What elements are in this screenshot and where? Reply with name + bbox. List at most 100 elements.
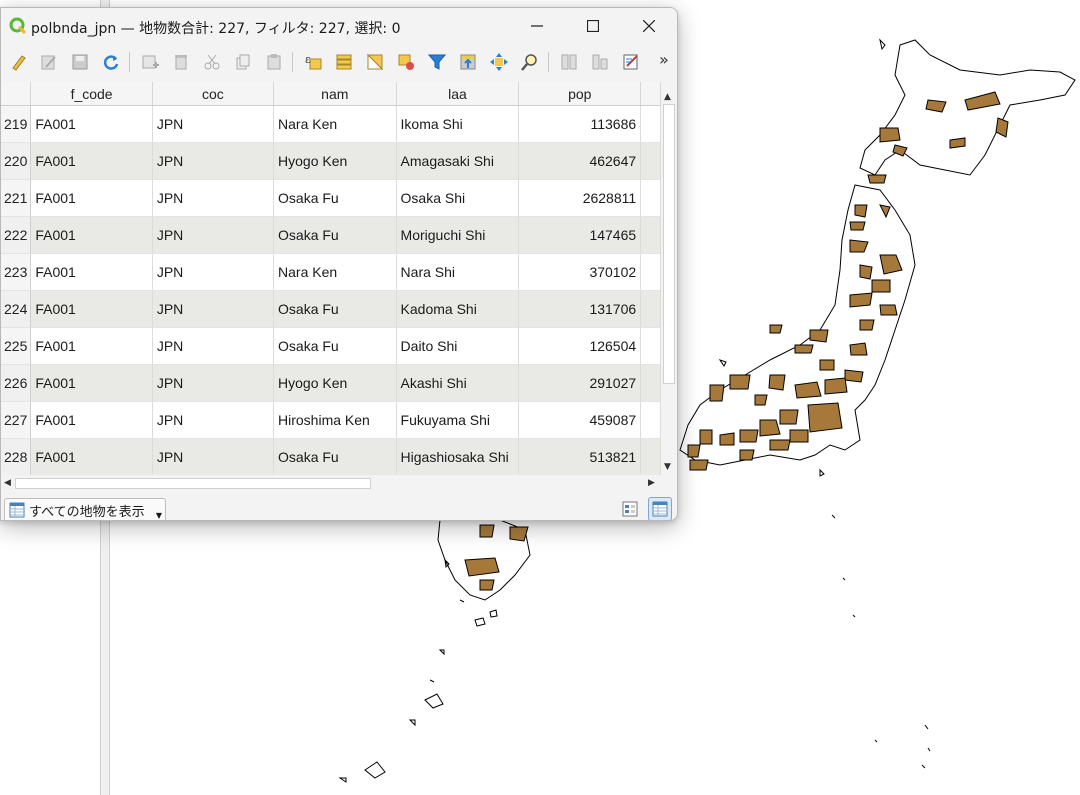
column-header-f_code[interactable]: f_code (30, 82, 153, 106)
cell-nam[interactable]: Osaka Fu (273, 438, 397, 475)
scroll-down-icon[interactable]: ▼ (664, 462, 671, 472)
cell-laa[interactable]: Kadoma Shi (396, 290, 520, 328)
cut-icon[interactable] (199, 49, 225, 75)
cell-pop[interactable]: 291027 (518, 364, 642, 402)
table-row[interactable]: 220 FA001 JPN Hyogo Ken Amagasaki Shi 462647 (1, 142, 661, 180)
cell-laa[interactable]: Fukuyama Shi (396, 401, 520, 439)
cell-f_code[interactable]: FA001 (30, 438, 153, 475)
column-header-coc[interactable]: coc (152, 82, 275, 106)
cell-pop[interactable]: 462647 (518, 142, 642, 180)
vertical-scrollbar[interactable]: ▲ ▼ (661, 90, 677, 474)
table-row[interactable]: 228 FA001 JPN Osaka Fu Higashiosaka Shi 51382… (1, 438, 661, 475)
cell-f_code[interactable]: FA001 (30, 401, 153, 439)
table-row[interactable]: 224 FA001 JPN Osaka Fu Kadoma Shi 131706 (1, 290, 661, 328)
row-header[interactable]: 221 (1, 179, 32, 217)
cell-laa[interactable]: Nara Shi (396, 253, 520, 291)
table-row[interactable]: 226 FA001 JPN Hyogo Ken Akashi Shi 291027 (1, 364, 661, 402)
cell-pop[interactable]: 113686 (518, 105, 642, 143)
cell-f_code[interactable]: FA001 (30, 179, 153, 217)
cell-laa[interactable]: Higashiosaka Shi (396, 438, 520, 475)
cell-pop[interactable]: 2628811 (518, 179, 642, 217)
cell-f_code[interactable]: FA001 (30, 364, 153, 402)
scroll-up-icon[interactable]: ▲ (664, 92, 671, 102)
window-maximize-button[interactable] (565, 8, 621, 44)
window-minimize-button[interactable] (509, 8, 565, 44)
move-selection-top-icon[interactable] (455, 49, 481, 75)
cell-coc[interactable]: JPN (152, 290, 275, 328)
cell-coc[interactable]: JPN (152, 142, 275, 180)
row-header[interactable]: 223 (1, 253, 32, 291)
expression-select-icon[interactable]: ε (300, 49, 326, 75)
deselect-icon[interactable] (393, 49, 419, 75)
cell-pop[interactable]: 370102 (518, 253, 642, 291)
cell-pop[interactable]: 131706 (518, 290, 642, 328)
table-row[interactable]: 219 FA001 JPN Nara Ken Ikoma Shi 113686 (1, 105, 661, 143)
select-all-icon[interactable] (331, 49, 357, 75)
cell-f_code[interactable]: FA001 (30, 216, 153, 254)
paste-icon[interactable] (261, 49, 287, 75)
cell-coc[interactable]: JPN (152, 179, 275, 217)
cell-pop[interactable]: 459087 (518, 401, 642, 439)
add-feature-icon[interactable] (137, 49, 163, 75)
cell-nam[interactable]: Nara Ken (273, 105, 397, 143)
cell-laa[interactable]: Osaka Shi (396, 179, 520, 217)
cell-coc[interactable]: JPN (152, 216, 275, 254)
table-row[interactable]: 222 FA001 JPN Osaka Fu Moriguchi Shi 147465 (1, 216, 661, 254)
invert-selection-icon[interactable] (362, 49, 388, 75)
cell-pop[interactable]: 513821 (518, 438, 642, 475)
cell-pop[interactable]: 126504 (518, 327, 642, 365)
save-edits-icon[interactable] (67, 49, 93, 75)
cell-f_code[interactable]: FA001 (30, 105, 153, 143)
cell-coc[interactable]: JPN (152, 401, 275, 439)
row-header[interactable]: 228 (1, 438, 32, 475)
title-bar[interactable]: polbnda_jpn — 地物数合計: 227, フィルタ: 227, 選択:… (1, 8, 677, 44)
vertical-scroll-thumb[interactable] (663, 104, 675, 384)
cell-f_code[interactable]: FA001 (30, 253, 153, 291)
copy-icon[interactable] (230, 49, 256, 75)
row-header[interactable]: 224 (1, 290, 32, 328)
edit-pencil-icon[interactable] (5, 49, 31, 75)
window-close-button[interactable] (621, 8, 677, 44)
row-header[interactable]: 219 (1, 105, 32, 143)
table-row[interactable]: 221 FA001 JPN Osaka Fu Osaka Shi 2628811 (1, 179, 661, 217)
attribute-table-window[interactable]: polbnda_jpn — 地物数合計: 227, フィルタ: 227, 選択:… (0, 7, 678, 521)
horizontal-scrollbar[interactable]: ◀ ▶ (1, 475, 661, 491)
column-header-nam[interactable]: nam (273, 82, 397, 106)
corner-header[interactable] (1, 82, 32, 106)
row-header[interactable]: 226 (1, 364, 32, 402)
cell-coc[interactable]: JPN (152, 105, 275, 143)
cell-nam[interactable]: Hyogo Ken (273, 364, 397, 402)
cell-coc[interactable]: JPN (152, 438, 275, 475)
pan-to-selected-icon[interactable] (486, 49, 512, 75)
zoom-to-selected-icon[interactable] (517, 49, 543, 75)
reload-icon[interactable] (98, 49, 124, 75)
cell-laa[interactable]: Ikoma Shi (396, 105, 520, 143)
cell-nam[interactable]: Osaka Fu (273, 216, 397, 254)
row-header[interactable]: 227 (1, 401, 32, 439)
cell-laa[interactable]: Daito Shi (396, 327, 520, 365)
cell-coc[interactable]: JPN (152, 364, 275, 402)
cell-laa[interactable]: Moriguchi Shi (396, 216, 520, 254)
scroll-right-icon[interactable]: ▶ (648, 478, 655, 488)
row-header[interactable]: 220 (1, 142, 32, 180)
cell-coc[interactable]: JPN (152, 253, 275, 291)
column-header-laa[interactable]: laa (396, 82, 520, 106)
cell-f_code[interactable]: FA001 (30, 327, 153, 365)
cell-laa[interactable]: Amagasaki Shi (396, 142, 520, 180)
cell-laa[interactable]: Akashi Shi (396, 364, 520, 402)
cell-nam[interactable]: Osaka Fu (273, 290, 397, 328)
multi-edit-icon[interactable] (36, 49, 62, 75)
table-row[interactable]: 227 FA001 JPN Hiroshima Ken Fukuyama Shi 4590… (1, 401, 661, 439)
delete-feature-icon[interactable] (168, 49, 194, 75)
table-row[interactable]: 223 FA001 JPN Nara Ken Nara Shi 370102 (1, 253, 661, 291)
form-view-button[interactable] (618, 497, 642, 520)
cell-nam[interactable]: Hyogo Ken (273, 142, 397, 180)
cell-coc[interactable]: JPN (152, 327, 275, 365)
cell-f_code[interactable]: FA001 (30, 142, 153, 180)
horizontal-scroll-thumb[interactable] (15, 478, 371, 489)
table-row[interactable]: 225 FA001 JPN Osaka Fu Daito Shi 126504 (1, 327, 661, 365)
cell-nam[interactable]: Nara Ken (273, 253, 397, 291)
delete-field-icon[interactable] (587, 49, 613, 75)
toolbar-overflow-button[interactable]: » (659, 50, 669, 69)
filter-icon[interactable] (424, 49, 450, 75)
